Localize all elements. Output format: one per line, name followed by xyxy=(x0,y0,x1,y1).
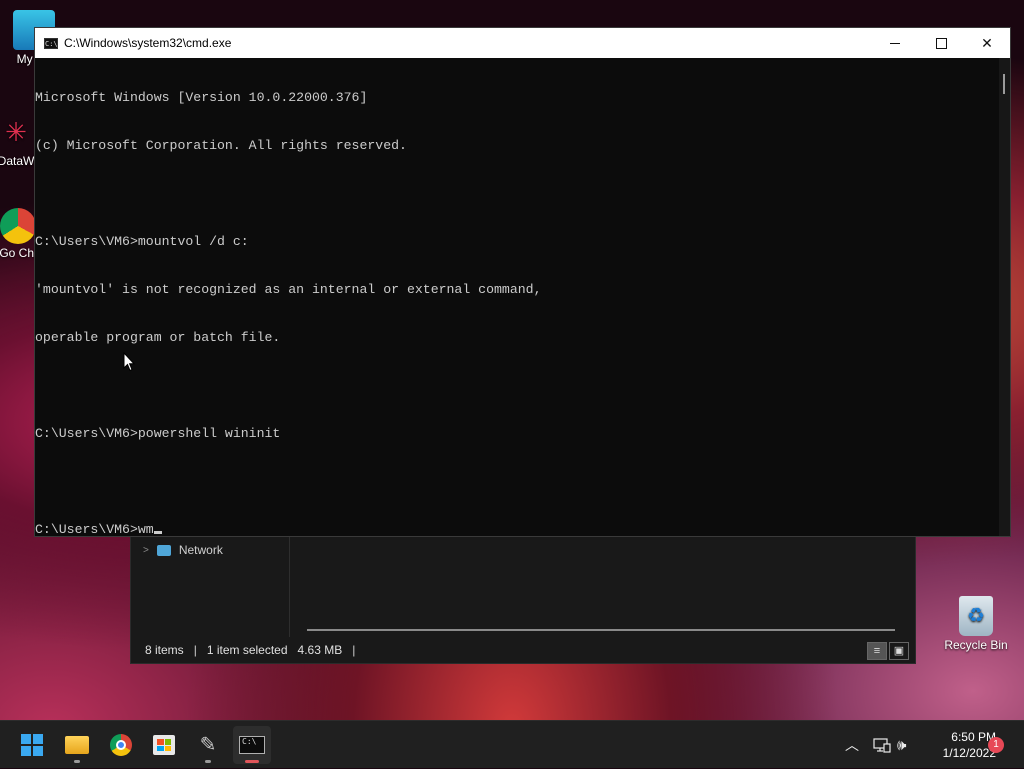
cmd-window: C:\ C:\Windows\system32\cmd.exe ✕ Micros… xyxy=(34,27,1011,537)
close-button[interactable]: ✕ xyxy=(964,28,1010,58)
title-bar[interactable]: C:\ C:\Windows\system32\cmd.exe ✕ xyxy=(35,28,1010,58)
status-separator: | xyxy=(193,643,197,657)
item-count: 8 items xyxy=(145,643,184,657)
taskbar-chrome[interactable] xyxy=(102,726,140,764)
navigation-pane: > Network xyxy=(131,537,290,637)
minimize-icon xyxy=(890,42,900,44)
folder-icon xyxy=(65,736,89,754)
start-button[interactable] xyxy=(13,726,51,764)
clock-time: 6:50 PM xyxy=(951,730,996,744)
chrome-icon xyxy=(0,208,36,244)
chevron-up-icon: ︿ xyxy=(845,737,859,753)
clock-date: 1/12/2022 xyxy=(942,746,996,760)
running-indicator xyxy=(205,760,211,763)
store-icon xyxy=(153,735,175,755)
console-line: C:\Users\VM6>powershell wininit xyxy=(35,426,281,441)
console-input-line[interactable]: C:\Users\VM6>wm xyxy=(35,522,999,536)
horizontal-scrollbar[interactable] xyxy=(307,629,895,631)
active-indicator xyxy=(245,760,259,763)
desktop-icon-recycle-bin[interactable]: ♻ Recycle Bin xyxy=(938,596,1014,652)
clock[interactable]: 6:50 PM 1/12/2022 xyxy=(916,729,996,761)
window-controls: ✕ xyxy=(872,28,1010,58)
show-hidden-icons-button[interactable]: ︿ xyxy=(845,721,859,769)
taskbar: ✎ C:\ ︿ 🕪 6:50 PM 1/12/2022 1 xyxy=(0,720,1024,768)
tool-icon: ✎ xyxy=(199,734,217,756)
running-indicator xyxy=(74,760,80,763)
vertical-scrollbar[interactable] xyxy=(999,58,1010,536)
details-view-button[interactable]: ≡ xyxy=(867,642,887,660)
speaker-icon: 🕪 xyxy=(897,736,907,754)
minimize-button[interactable] xyxy=(872,28,918,58)
pointer-shape xyxy=(123,352,135,372)
file-explorer-window: > Network 8 items | 1 item selected 4.63… xyxy=(130,536,916,664)
large-icons-view-button[interactable]: ▣ xyxy=(889,642,909,660)
taskbar-cmd[interactable]: C:\ xyxy=(233,726,271,764)
windows-logo-icon xyxy=(21,734,43,756)
volume-tray-button[interactable]: 🕪 xyxy=(897,721,906,769)
nav-item-network[interactable]: > Network xyxy=(143,543,223,557)
desktop-icon-label: Recycle Bin xyxy=(944,638,1008,652)
close-icon: ✕ xyxy=(981,34,993,51)
datawizard-icon: ✳ xyxy=(5,117,27,147)
taskbar-microsoft-store[interactable] xyxy=(145,726,183,764)
network-status-icon xyxy=(873,738,891,753)
console-line: 'mountvol' is not recognized as an inter… xyxy=(35,282,542,297)
terminal-icon: C:\ xyxy=(239,736,265,754)
console-line: (c) Microsoft Corporation. All rights re… xyxy=(35,138,407,153)
chrome-icon xyxy=(110,734,132,756)
taskbar-file-explorer[interactable] xyxy=(58,726,96,764)
maximize-button[interactable] xyxy=(918,28,964,58)
status-separator: | xyxy=(352,643,356,657)
window-title: C:\Windows\system32\cmd.exe xyxy=(64,36,232,50)
console-output[interactable]: Microsoft Windows [Version 10.0.22000.37… xyxy=(35,58,999,536)
view-switcher: ≡ ▣ xyxy=(867,642,909,660)
notification-badge[interactable]: 1 xyxy=(988,737,1004,753)
console-line: C:\Users\VM6>mountvol /d c: xyxy=(35,234,249,249)
selection-count: 1 item selected xyxy=(206,643,288,657)
nav-item-label: Network xyxy=(178,543,223,557)
console-prompt: C:\Users\VM6>wm xyxy=(35,522,154,536)
scrollbar-thumb[interactable] xyxy=(1003,74,1005,94)
console-line: Microsoft Windows [Version 10.0.22000.37… xyxy=(35,90,368,105)
maximize-icon xyxy=(935,37,947,49)
recycle-bin-icon: ♻ xyxy=(959,596,993,636)
console-line: operable program or batch file. xyxy=(35,330,281,345)
text-cursor xyxy=(153,531,162,534)
network-icon xyxy=(156,544,171,556)
chevron-right-icon[interactable]: > xyxy=(143,545,149,556)
network-tray-button[interactable] xyxy=(873,721,891,769)
status-bar: 8 items | 1 item selected 4.63 MB | xyxy=(131,637,915,663)
selection-size: 4.63 MB xyxy=(297,643,343,657)
cmd-app-icon[interactable]: C:\ xyxy=(44,37,58,49)
taskbar-tool-app[interactable]: ✎ xyxy=(189,726,227,764)
